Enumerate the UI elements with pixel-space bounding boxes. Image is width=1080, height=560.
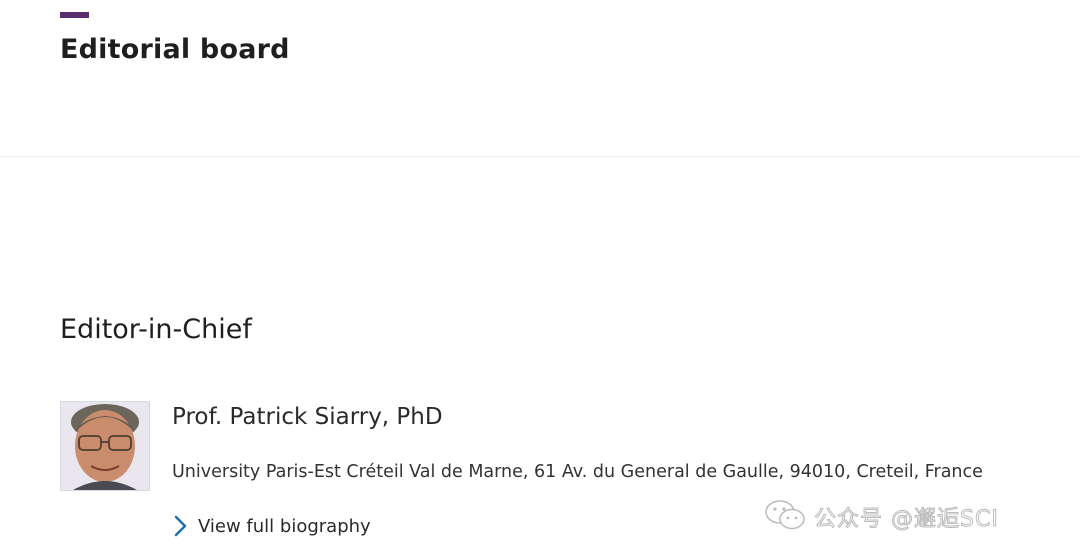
page-title: Editorial board	[60, 34, 290, 65]
person-photo-icon	[61, 402, 149, 490]
view-biography-link[interactable]: View full biography	[172, 514, 371, 538]
watermark: 公众号 @邂逅SCI	[764, 498, 999, 536]
wechat-icon	[764, 498, 806, 536]
view-biography-label: View full biography	[198, 515, 371, 537]
editor-photo	[60, 401, 150, 491]
watermark-text: 公众号 @邂逅SCI	[814, 507, 999, 533]
editor-affiliation: University Paris-Est Créteil Val de Marn…	[172, 462, 983, 482]
editor-name: Prof. Patrick Siarry, PhD	[172, 404, 443, 430]
title-accent-bar	[60, 12, 89, 18]
section-title: Editor-in-Chief	[60, 314, 252, 345]
chevron-right-icon	[172, 514, 188, 538]
section-divider	[0, 156, 1080, 157]
